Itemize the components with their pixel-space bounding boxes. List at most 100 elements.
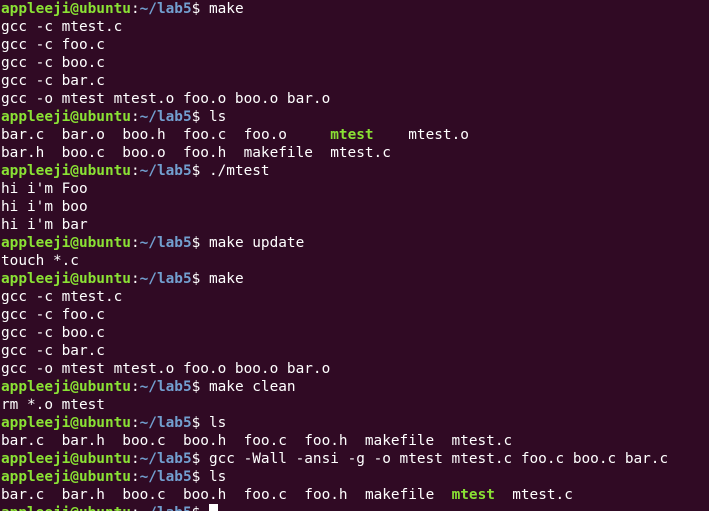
prompt-user-host: appleeji@ubuntu	[1, 505, 131, 511]
file-entry: foo.o	[243, 127, 331, 143]
output-text: gcc -c boo.c	[1, 325, 105, 341]
output-line: gcc -c foo.c	[1, 36, 709, 54]
output-text: hi i'm Foo	[1, 181, 88, 197]
prompt-separator: :	[130, 379, 140, 395]
prompt-path: ~/lab5	[139, 271, 192, 287]
prompt-line: appleeji@ubuntu:~/lab5$ ./mtest	[1, 162, 709, 180]
file-entry: boo.h	[122, 127, 183, 143]
output-line: rm *.o mtest	[1, 396, 709, 414]
output-line: touch *.c	[1, 252, 709, 270]
command-text: ls	[208, 469, 227, 485]
command-text: make	[208, 1, 244, 17]
terminal-output[interactable]: appleeji@ubuntu:~/lab5$ make gcc -c mtest…	[0, 0, 709, 511]
command-text: ls	[208, 415, 227, 431]
output-line: gcc -c mtest.c	[1, 18, 709, 36]
output-text: gcc -c bar.c	[1, 73, 105, 89]
prompt-separator: :	[130, 163, 140, 179]
prompt-line: appleeji@ubuntu:~/lab5$ ls	[1, 414, 709, 432]
command-text: ls	[208, 109, 227, 125]
prompt-user-host: appleeji@ubuntu	[1, 235, 131, 251]
prompt-path: ~/lab5	[139, 163, 192, 179]
output-line: hi i'm Foo	[1, 180, 709, 198]
prompt-separator: :	[130, 469, 140, 485]
output-text: bar.c bar.h boo.c boo.h foo.c foo.h make…	[1, 433, 513, 449]
prompt-line: appleeji@ubuntu:~/lab5$ ls	[1, 468, 709, 486]
file-entry: mtest.o	[408, 127, 469, 143]
prompt-user-host: appleeji@ubuntu	[1, 469, 131, 485]
prompt-path: ~/lab5	[139, 415, 192, 431]
output-line: bar.h boo.c boo.o foo.h makefile mtest.c	[1, 144, 709, 162]
file-entry: bar.h	[61, 487, 123, 503]
output-text: gcc -c mtest.c	[1, 19, 123, 35]
cursor-block[interactable]	[208, 504, 218, 511]
output-line: hi i'm bar	[1, 216, 709, 234]
output-line: gcc -c bar.c	[1, 72, 709, 90]
output-text: rm *.o mtest	[1, 397, 105, 413]
output-line: gcc -o mtest mtest.o foo.o boo.o bar.o	[1, 360, 709, 378]
prompt-dollar: $	[191, 379, 209, 395]
prompt-line: appleeji@ubuntu:~/lab5$ make clean	[1, 378, 709, 396]
output-text: gcc -c foo.c	[1, 37, 105, 53]
prompt-dollar: $	[191, 271, 209, 287]
prompt-dollar: $	[191, 451, 209, 467]
prompt-path: ~/lab5	[140, 505, 192, 511]
prompt-dollar: $	[191, 469, 209, 485]
prompt-user-host: appleeji@ubuntu	[1, 1, 131, 17]
file-entry: boo.h	[182, 487, 244, 503]
prompt-path: ~/lab5	[139, 1, 192, 17]
prompt-separator: :	[130, 109, 140, 125]
prompt-line: appleeji@ubuntu:~/lab5$ gcc -Wall -ansi …	[1, 450, 709, 468]
file-entry	[374, 127, 409, 143]
output-text: gcc -o mtest mtest.o foo.o boo.o bar.o	[1, 361, 331, 377]
prompt-user-host: appleeji@ubuntu	[1, 109, 131, 125]
output-line: gcc -c bar.c	[1, 342, 709, 360]
output-text: touch *.c	[1, 253, 79, 269]
file-entry: bar.c	[1, 127, 62, 143]
output-text: hi i'm bar	[1, 217, 88, 233]
command-text: ./mtest	[208, 163, 270, 179]
prompt-separator: :	[130, 235, 140, 251]
output-text: gcc -c bar.c	[1, 343, 105, 359]
output-text: hi i'm boo	[1, 199, 88, 215]
prompt-user-host: appleeji@ubuntu	[1, 163, 131, 179]
ls-output-line: bar.c bar.o boo.h foo.c foo.o mtest mtes…	[1, 126, 709, 144]
prompt-dollar: $	[191, 415, 209, 431]
output-line: hi i'm boo	[1, 198, 709, 216]
prompt-line: appleeji@ubuntu:~/lab5$ make	[1, 270, 709, 288]
output-text: gcc -c mtest.c	[1, 289, 123, 305]
prompt-user-host: appleeji@ubuntu	[1, 379, 131, 395]
prompt-path: ~/lab5	[139, 235, 192, 251]
file-entry: foo.c	[243, 487, 305, 503]
output-line: gcc -o mtest mtest.o foo.o boo.o bar.o	[1, 90, 709, 108]
prompt-line: appleeji@ubuntu:~/lab5$	[1, 504, 709, 511]
file-entry: bar.o	[61, 127, 123, 143]
prompt-path: ~/lab5	[139, 109, 192, 125]
executable-file: mtest	[330, 127, 374, 143]
command-text: make	[208, 271, 244, 287]
prompt-dollar: $	[191, 235, 209, 251]
prompt-separator: :	[130, 415, 140, 431]
output-line: gcc -c boo.c	[1, 324, 709, 342]
prompt-path: ~/lab5	[139, 379, 192, 395]
file-entry: boo.c	[122, 487, 183, 503]
file-entry: foo.h	[304, 487, 365, 503]
file-entry: mtest.c	[512, 487, 573, 503]
output-text: gcc -c foo.c	[1, 307, 105, 323]
prompt-line: appleeji@ubuntu:~/lab5$ make	[1, 0, 709, 18]
prompt-dollar: $	[191, 109, 209, 125]
output-text: bar.h boo.c boo.o foo.h makefile mtest.c	[1, 145, 391, 161]
prompt-separator: :	[130, 1, 140, 17]
prompt-dollar: $	[191, 1, 209, 17]
file-entry	[495, 487, 512, 503]
prompt-separator: :	[130, 271, 140, 287]
prompt-dollar: $	[191, 163, 209, 179]
prompt-user-host: appleeji@ubuntu	[1, 271, 131, 287]
prompt-dollar: $	[192, 505, 209, 511]
prompt-path: ~/lab5	[139, 451, 192, 467]
prompt-line: appleeji@ubuntu:~/lab5$ ls	[1, 108, 709, 126]
prompt-path: ~/lab5	[139, 469, 192, 485]
executable-file: mtest	[451, 487, 495, 503]
file-entry: foo.c	[182, 127, 244, 143]
prompt-separator: :	[131, 505, 140, 511]
prompt-user-host: appleeji@ubuntu	[1, 415, 131, 431]
